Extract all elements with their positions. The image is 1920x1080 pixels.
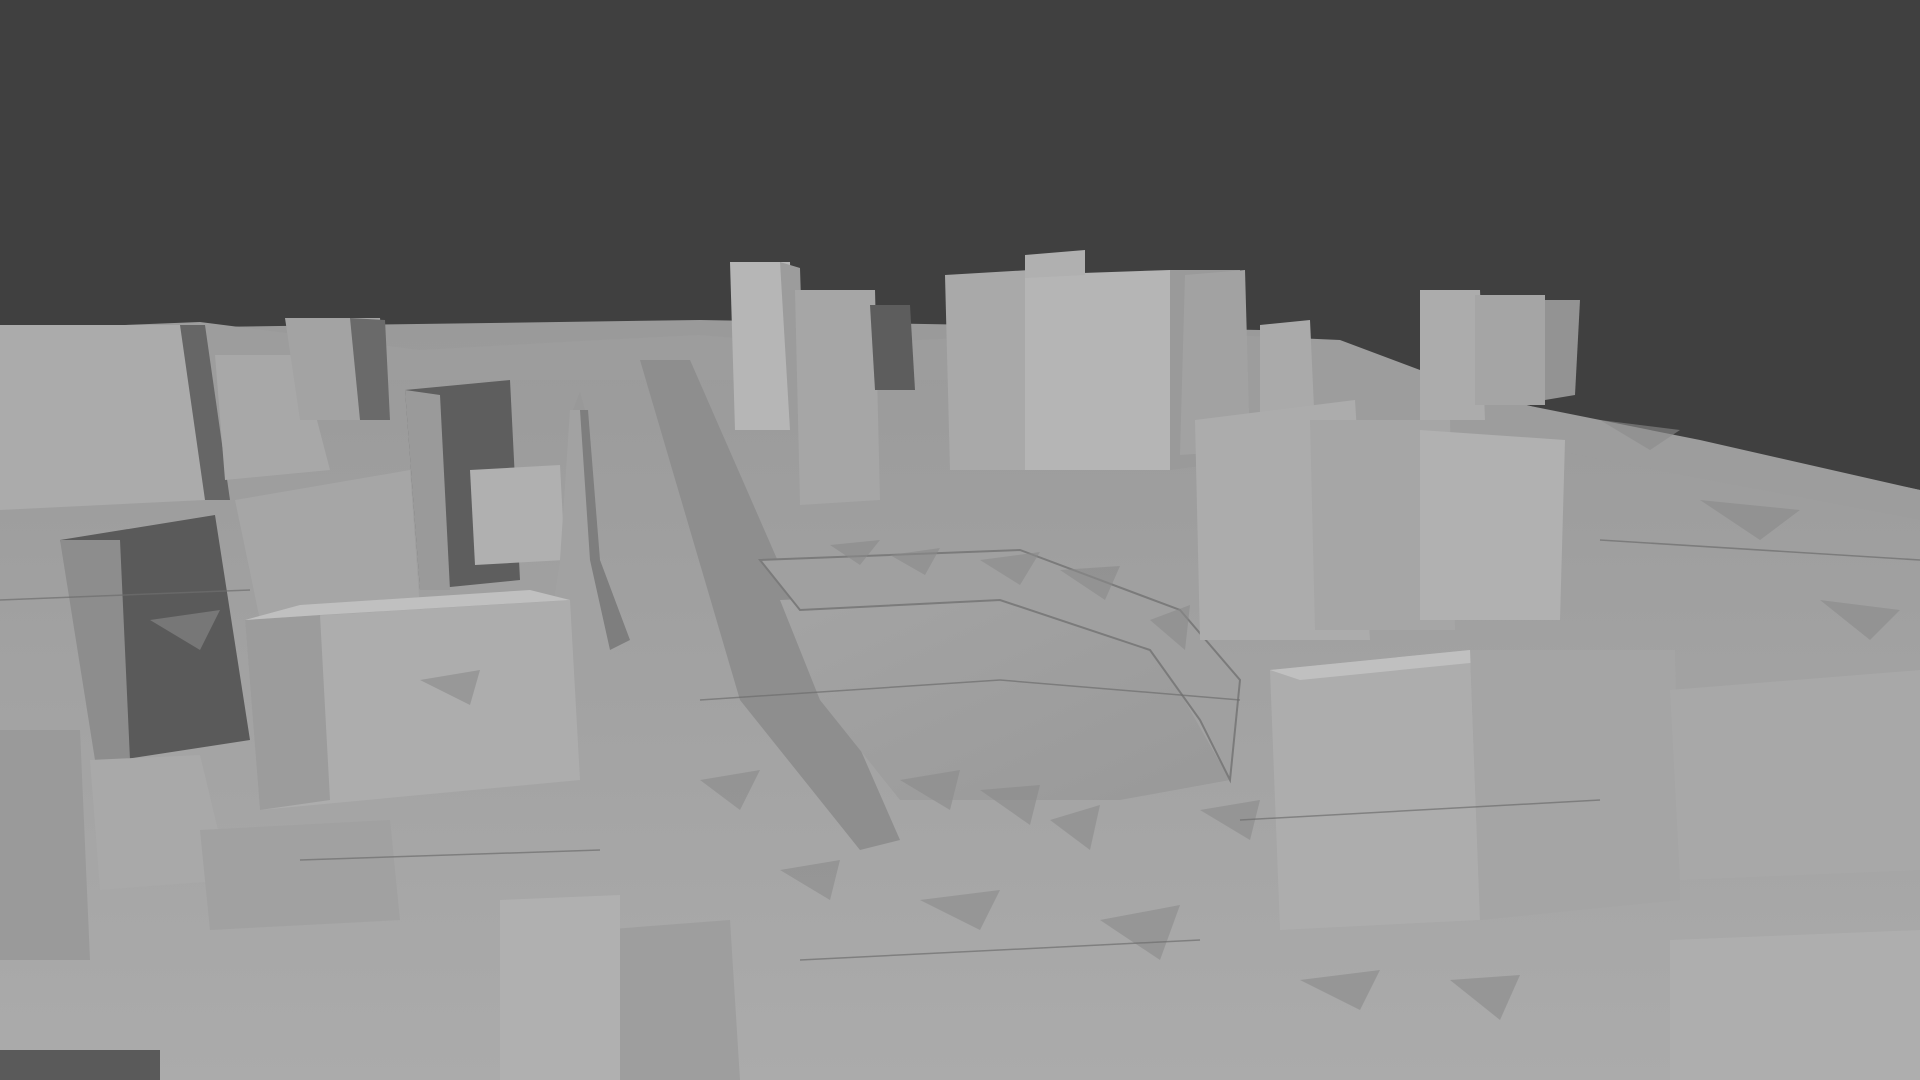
- city-mesh-render: [0, 0, 1920, 1080]
- tower-right-3: [1545, 300, 1580, 400]
- tower-right-2: [1475, 295, 1545, 405]
- building-right-mid-3: [1420, 430, 1565, 620]
- tower-center-4: [945, 270, 1030, 470]
- building-right-foreground-1: [1270, 650, 1480, 930]
- building-right-foreground-4: [1670, 930, 1920, 1080]
- block-foreground-low-1: [600, 920, 740, 1080]
- block-left-low-3: [200, 820, 400, 930]
- building-right-foreground-3: [1670, 670, 1920, 880]
- tower-center-3: [870, 305, 915, 390]
- building-right-foreground-2: [1470, 650, 1680, 920]
- block-left-low-1: [0, 730, 90, 960]
- building-left-far-1: [0, 325, 205, 510]
- block-foreground-low-2: [500, 895, 620, 1080]
- 3d-viewport[interactable]: [0, 0, 1920, 1080]
- block-foreground-dark: [0, 1050, 160, 1080]
- building-left-foreground-side: [245, 615, 330, 810]
- tower-center-2: [795, 290, 880, 505]
- building-left-mid-4: [470, 465, 565, 565]
- tower-center-5: [1025, 270, 1170, 470]
